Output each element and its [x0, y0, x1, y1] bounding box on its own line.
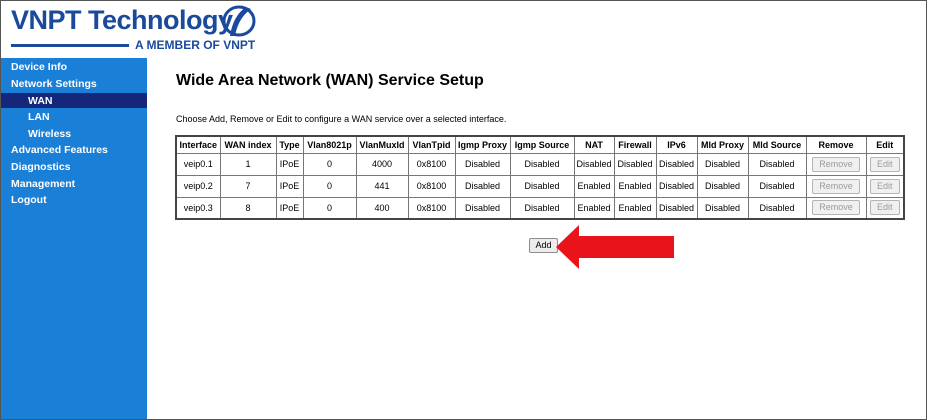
cell-vlan8021p: 0	[302, 174, 357, 198]
cell-remove: Remove	[805, 152, 867, 176]
cell-vlanmuxid: 400	[355, 196, 409, 220]
cell-igmp-source: Disabled	[509, 152, 575, 176]
cell-edit: Edit	[865, 196, 905, 220]
sidebar-item-lan[interactable]: LAN	[28, 111, 50, 123]
cell-wan-index: 8	[219, 196, 277, 220]
column-header: VlanMuxId	[355, 135, 409, 154]
cell-vlantpid: 0x8100	[407, 174, 456, 198]
cell-edit: Edit	[865, 152, 905, 176]
column-header: Edit	[865, 135, 905, 154]
sidebar-item-wireless[interactable]: Wireless	[28, 128, 71, 140]
column-header: Interface	[175, 135, 221, 154]
cell-igmp-source: Disabled	[509, 174, 575, 198]
sidebar-item-network-settings[interactable]: Network Settings	[11, 78, 97, 90]
column-header: VlanTpid	[407, 135, 456, 154]
sidebar-item-diagnostics[interactable]: Diagnostics	[11, 161, 71, 173]
cell-ipv6: Disabled	[655, 152, 698, 176]
cell-wan-index: 7	[219, 174, 277, 198]
cell-vlan8021p: 0	[302, 196, 357, 220]
edit-button[interactable]: Edit	[870, 156, 900, 172]
main-content: Wide Area Network (WAN) Service Setup Ch…	[148, 58, 926, 419]
brand-tagline: A MEMBER OF VNPT	[135, 38, 256, 52]
column-header: Vlan8021p	[302, 135, 357, 154]
cell-interface: veip0.1	[175, 152, 221, 176]
cell-remove: Remove	[805, 196, 867, 220]
cell-mld-source: Disabled	[747, 196, 807, 220]
cell-mld-proxy: Disabled	[696, 152, 749, 176]
cell-ipv6: Disabled	[655, 196, 698, 220]
brand-underline	[11, 41, 129, 51]
cell-interface: veip0.3	[175, 196, 221, 220]
column-header: Mld Proxy	[696, 135, 749, 154]
cell-type: IPoE	[275, 152, 304, 176]
cell-vlantpid: 0x8100	[407, 196, 456, 220]
cell-ipv6: Disabled	[655, 174, 698, 198]
cell-mld-proxy: Disabled	[696, 174, 749, 198]
cell-interface: veip0.2	[175, 174, 221, 198]
table-row: veip0.2 7 IPoE 0 441 0x8100 Disabled Dis…	[175, 174, 905, 198]
cell-igmp-proxy: Disabled	[454, 196, 511, 220]
remove-button[interactable]: Remove	[812, 178, 860, 194]
cell-mld-source: Disabled	[747, 174, 807, 198]
sidebar-item-advanced-features[interactable]: Advanced Features	[11, 144, 108, 156]
cell-nat: Enabled	[573, 196, 615, 220]
cell-igmp-proxy: Disabled	[454, 174, 511, 198]
wan-service-table: Interface WAN index Type Vlan8021p VlanM…	[175, 135, 906, 220]
sidebar-item-wan-label: WAN	[28, 95, 53, 107]
table-row: veip0.1 1 IPoE 0 4000 0x8100 Disabled Di…	[175, 152, 905, 176]
column-header: Igmp Proxy	[454, 135, 511, 154]
cell-type: IPoE	[275, 196, 304, 220]
page-title: Wide Area Network (WAN) Service Setup	[176, 72, 484, 89]
edit-button[interactable]: Edit	[870, 200, 900, 216]
cell-mld-proxy: Disabled	[696, 196, 749, 220]
cell-wan-index: 1	[219, 152, 277, 176]
table-row: veip0.3 8 IPoE 0 400 0x8100 Disabled Dis…	[175, 196, 905, 220]
header: VNPT Technology A MEMBER OF VNPT	[1, 1, 926, 57]
column-header: Firewall	[613, 135, 657, 154]
remove-button[interactable]: Remove	[812, 200, 860, 216]
cell-mld-source: Disabled	[747, 152, 807, 176]
cell-firewall: Disabled	[613, 152, 657, 176]
edit-button[interactable]: Edit	[870, 178, 900, 194]
column-header: Type	[275, 135, 304, 154]
remove-button[interactable]: Remove	[812, 156, 860, 172]
cell-firewall: Enabled	[613, 174, 657, 198]
sidebar-item-management[interactable]: Management	[11, 178, 75, 190]
column-header: NAT	[573, 135, 615, 154]
column-header: Remove	[805, 135, 867, 154]
cell-nat: Disabled	[573, 152, 615, 176]
cell-vlanmuxid: 441	[355, 174, 409, 198]
cell-vlanmuxid: 4000	[355, 152, 409, 176]
column-header: WAN index	[219, 135, 277, 154]
red-arrow-left-icon	[556, 225, 674, 269]
sidebar-item-device-info[interactable]: Device Info	[11, 61, 67, 73]
vnpt-logo-icon	[222, 5, 256, 37]
cell-igmp-proxy: Disabled	[454, 152, 511, 176]
sidebar-item-logout[interactable]: Logout	[11, 194, 47, 206]
cell-nat: Enabled	[573, 174, 615, 198]
page-description: Choose Add, Remove or Edit to configure …	[176, 114, 507, 124]
cell-vlantpid: 0x8100	[407, 152, 456, 176]
cell-edit: Edit	[865, 174, 905, 198]
cell-firewall: Enabled	[613, 196, 657, 220]
cell-igmp-source: Disabled	[509, 196, 575, 220]
column-header: IPv6	[655, 135, 698, 154]
cell-vlan8021p: 0	[302, 152, 357, 176]
sidebar: Device Info Network Settings WAN LAN Wir…	[1, 58, 147, 419]
brand-name: VNPT Technology	[11, 5, 233, 35]
column-header: Igmp Source	[509, 135, 575, 154]
column-header: Mld Source	[747, 135, 807, 154]
cell-type: IPoE	[275, 174, 304, 198]
sidebar-item-wan[interactable]: WAN	[1, 93, 147, 108]
table-header-row: Interface WAN index Type Vlan8021p VlanM…	[175, 135, 905, 154]
cell-remove: Remove	[805, 174, 867, 198]
